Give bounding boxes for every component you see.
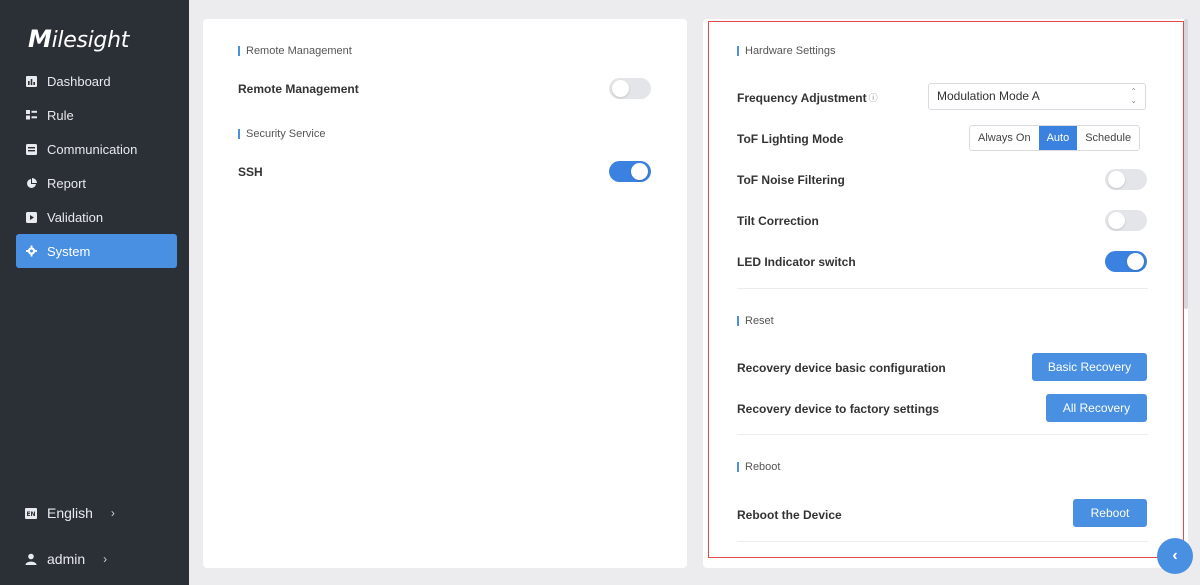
reboot-button[interactable]: Reboot: [1073, 499, 1147, 527]
sidebar-item-label: Validation: [47, 209, 104, 225]
section-title-hardware-settings: Hardware Settings: [737, 46, 836, 57]
validation-icon: [26, 211, 37, 223]
pie-chart-icon: [26, 177, 37, 189]
info-icon[interactable]: ⓘ: [869, 91, 878, 104]
sidebar-item-label: Report: [47, 175, 87, 191]
tof-lighting-option-auto[interactable]: Auto: [1038, 126, 1078, 150]
frequency-adjustment-value: Modulation Mode A: [937, 89, 1040, 103]
divider: [737, 434, 1148, 435]
frequency-adjustment-text: Frequency Adjustment: [737, 91, 867, 105]
tilt-correction-label: Tilt Correction: [737, 214, 819, 228]
sidebar-item-label: Dashboard: [47, 73, 111, 89]
language-icon: EN: [25, 507, 37, 519]
svg-text:EN: EN: [26, 511, 35, 518]
sidebar-item-system[interactable]: System: [16, 234, 177, 268]
reboot-device-label: Reboot the Device: [737, 508, 842, 522]
user-label: admin: [47, 551, 86, 567]
section-title-security-service: Security Service: [238, 129, 325, 140]
section-title-reset: Reset: [737, 316, 774, 327]
collapse-button[interactable]: ‹: [1157, 538, 1193, 574]
led-indicator-label: LED Indicator switch: [737, 255, 856, 269]
tilt-correction-toggle[interactable]: [1105, 210, 1147, 231]
toggle-knob: [1108, 171, 1125, 188]
language-selector[interactable]: EN English ›: [25, 505, 115, 521]
tof-noise-filtering-label: ToF Noise Filtering: [737, 173, 845, 187]
sidebar-item-label: System: [47, 243, 91, 259]
sidebar-item-label: Rule: [47, 107, 74, 123]
tof-lighting-mode-segmented: Always On Auto Schedule: [969, 125, 1141, 151]
toggle-knob: [1127, 253, 1144, 270]
all-recovery-button[interactable]: All Recovery: [1046, 394, 1147, 422]
gear-icon: [26, 245, 37, 257]
section-title-remote-management: Remote Management: [238, 46, 352, 57]
remote-management-label: Remote Management: [238, 82, 359, 96]
tof-lighting-option-always-on[interactable]: Always On: [970, 126, 1039, 150]
divider: [737, 288, 1148, 289]
sidebar-item-validation[interactable]: Validation: [16, 200, 177, 234]
frequency-adjustment-select[interactable]: Modulation Mode A ⌃ ⌄: [928, 83, 1146, 110]
sidebar: Milesight Dashboard Rule Communication R…: [0, 0, 189, 585]
chevron-right-icon: ›: [103, 552, 108, 566]
tof-noise-filtering-toggle[interactable]: [1105, 169, 1147, 190]
factory-recovery-label: Recovery device to factory settings: [737, 402, 940, 416]
communication-icon: [26, 143, 37, 155]
sidebar-item-communication[interactable]: Communication: [16, 132, 177, 166]
toggle-knob: [1108, 212, 1125, 229]
remote-management-toggle[interactable]: [609, 78, 651, 99]
up-down-caret-icon: ⌃ ⌄: [1130, 87, 1137, 105]
milesight-logo: Milesight: [28, 25, 130, 53]
sidebar-item-rule[interactable]: Rule: [16, 98, 177, 132]
sidebar-nav: Dashboard Rule Communication Report Vali…: [16, 64, 177, 268]
rule-icon: [26, 109, 37, 121]
basic-recovery-button[interactable]: Basic Recovery: [1032, 353, 1147, 381]
toggle-knob: [612, 80, 629, 97]
sidebar-item-label: Communication: [47, 141, 138, 157]
toggle-knob: [631, 163, 648, 180]
sidebar-item-report[interactable]: Report: [16, 166, 177, 200]
chevron-left-icon: ‹: [1172, 547, 1178, 564]
ssh-toggle[interactable]: [609, 161, 651, 182]
remote-management-panel: [203, 19, 687, 568]
section-title-reboot: Reboot: [737, 462, 780, 473]
tof-lighting-option-schedule[interactable]: Schedule: [1077, 126, 1140, 150]
ssh-label: SSH: [238, 165, 263, 179]
frequency-adjustment-label: Frequency Adjustment ⓘ: [737, 91, 878, 105]
basic-recovery-label: Recovery device basic configuration: [737, 361, 946, 375]
bar-chart-icon: [26, 75, 37, 87]
user-icon: [25, 553, 37, 565]
language-label: English: [47, 505, 93, 521]
led-indicator-toggle[interactable]: [1105, 251, 1147, 272]
user-menu[interactable]: admin ›: [25, 551, 107, 567]
scrollbar[interactable]: [1184, 19, 1188, 309]
divider: [737, 541, 1148, 542]
tof-lighting-mode-label: ToF Lighting Mode: [737, 132, 844, 146]
sidebar-item-dashboard[interactable]: Dashboard: [16, 64, 177, 98]
chevron-right-icon: ›: [110, 506, 115, 520]
